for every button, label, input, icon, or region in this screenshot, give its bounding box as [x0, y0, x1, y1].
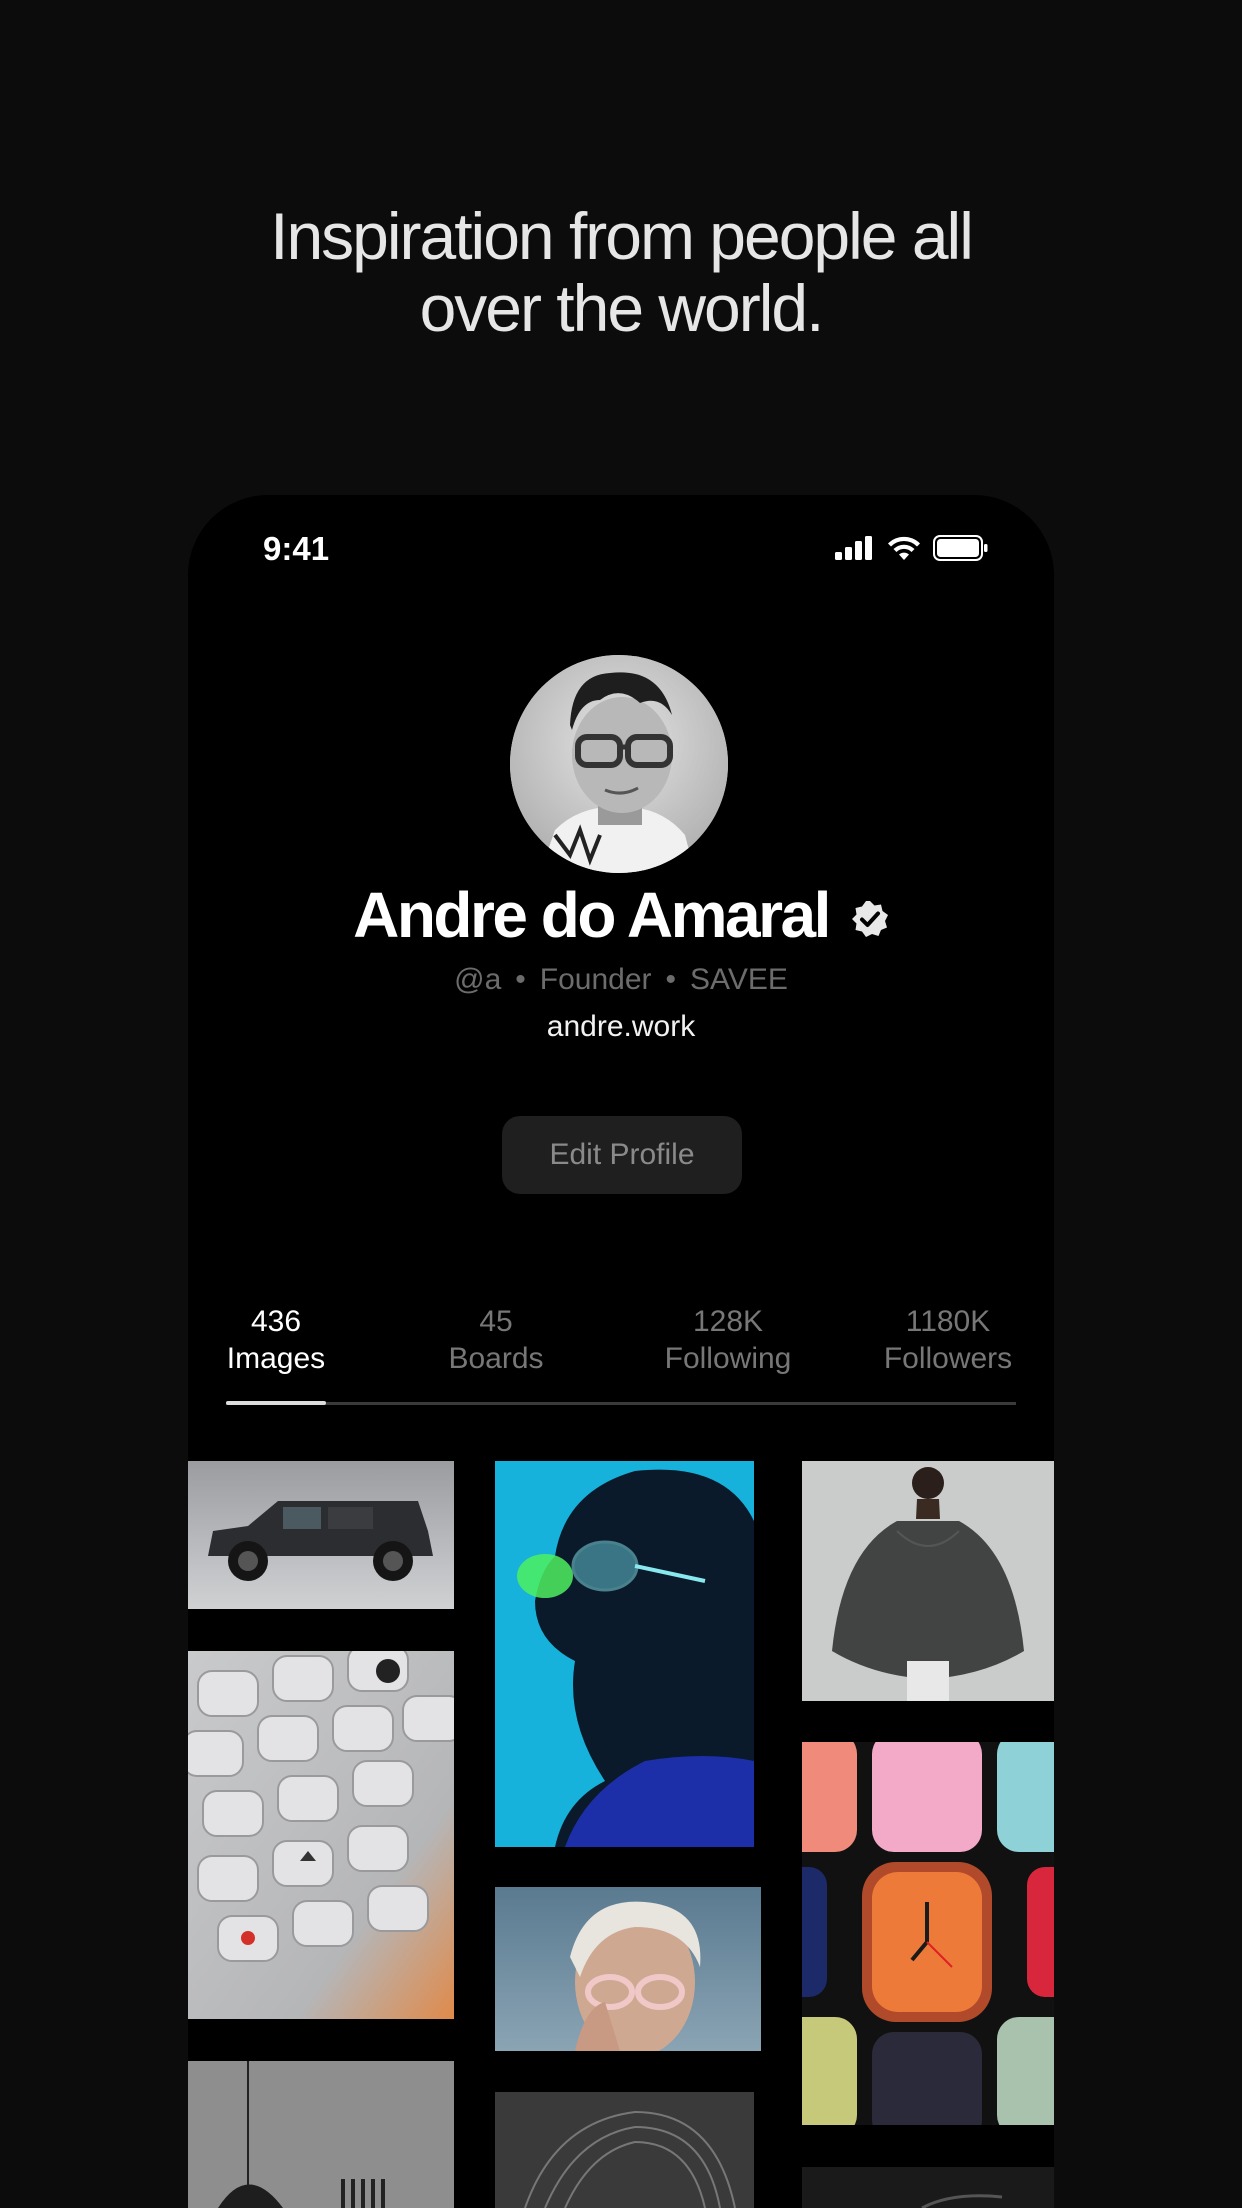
- partial-photo: [802, 2167, 1054, 2208]
- black-white-hair-photo: [495, 2092, 754, 2208]
- profile-stats-tabs: 436 Images 45 Boards 128K Following 1180…: [188, 1303, 1054, 1393]
- grid-image-hair[interactable]: [495, 2092, 754, 2208]
- edit-profile-button[interactable]: Edit Profile: [502, 1116, 742, 1194]
- cellular-signal-icon: [835, 536, 872, 560]
- phone-frame: 9:41 Andre do Amaral @a • Founder • SAVE…: [188, 495, 1054, 2208]
- tab-label: Images: [226, 1342, 326, 1375]
- profile-meta: @a • Founder • SAVEE: [188, 963, 1054, 997]
- wifi-icon: [888, 536, 920, 560]
- grid-image-keypad[interactable]: [188, 1651, 454, 2019]
- grid-image-jacket[interactable]: [802, 1461, 1054, 1701]
- profile-handle: @a: [454, 963, 502, 996]
- avatar[interactable]: [510, 655, 728, 873]
- tab-count: 45: [479, 1305, 513, 1338]
- tab-count: 436: [250, 1305, 302, 1338]
- tab-count: 1180K: [905, 1305, 991, 1338]
- grid-image-sunglasses[interactable]: [495, 1461, 754, 1847]
- light-fixture-photo: [188, 2061, 454, 2208]
- tab-following[interactable]: 128K Following: [658, 1303, 798, 1377]
- tab-boards[interactable]: 45 Boards: [446, 1303, 546, 1377]
- grid-image-elderly[interactable]: [495, 1887, 761, 2051]
- headline-line-2: over the world.: [419, 271, 825, 345]
- tab-divider: [226, 1402, 1016, 1405]
- profile-website-link[interactable]: andre.work: [188, 1010, 1054, 1044]
- tab-active-indicator: [226, 1401, 326, 1405]
- tab-images[interactable]: 436 Images: [226, 1303, 326, 1377]
- sheer-jacket-fashion-photo: [802, 1461, 1054, 1701]
- status-time: 9:41: [263, 530, 330, 567]
- grid-image-fixture[interactable]: [188, 2061, 454, 2208]
- woman-sunglasses-blue-photo: [495, 1461, 754, 1847]
- grid-image-watch[interactable]: [802, 1742, 1054, 2125]
- page-headline: Inspiration from people all over the wor…: [0, 200, 1242, 344]
- dark-suv-photo: [188, 1461, 454, 1609]
- profile-name: Andre do Amaral: [353, 879, 831, 951]
- profile-name-row: Andre do Amaral: [188, 878, 1054, 952]
- profile-role: Founder: [539, 963, 652, 996]
- avatar-portrait: [510, 655, 728, 873]
- profile-company: SAVEE: [690, 963, 788, 996]
- battery-icon: [933, 535, 988, 561]
- grid-image-partial[interactable]: [802, 2167, 1054, 2208]
- verified-badge-icon: [851, 901, 888, 937]
- meta-separator: •: [665, 963, 677, 996]
- tab-label: Boards: [448, 1342, 544, 1375]
- headline-line-1: Inspiration from people all: [270, 199, 974, 273]
- tab-label: Following: [664, 1342, 792, 1375]
- grid-image-suv[interactable]: [188, 1461, 454, 1609]
- tab-count: 128K: [692, 1305, 764, 1338]
- tab-label: Followers: [883, 1342, 1013, 1375]
- status-icons: [835, 535, 989, 561]
- watch-straps-photo: [802, 1742, 1054, 2125]
- calculator-keypad-photo: [188, 1651, 454, 2019]
- elderly-woman-glasses-photo: [495, 1887, 761, 2051]
- tab-followers[interactable]: 1180K Followers: [878, 1303, 1018, 1377]
- meta-separator: •: [515, 963, 526, 996]
